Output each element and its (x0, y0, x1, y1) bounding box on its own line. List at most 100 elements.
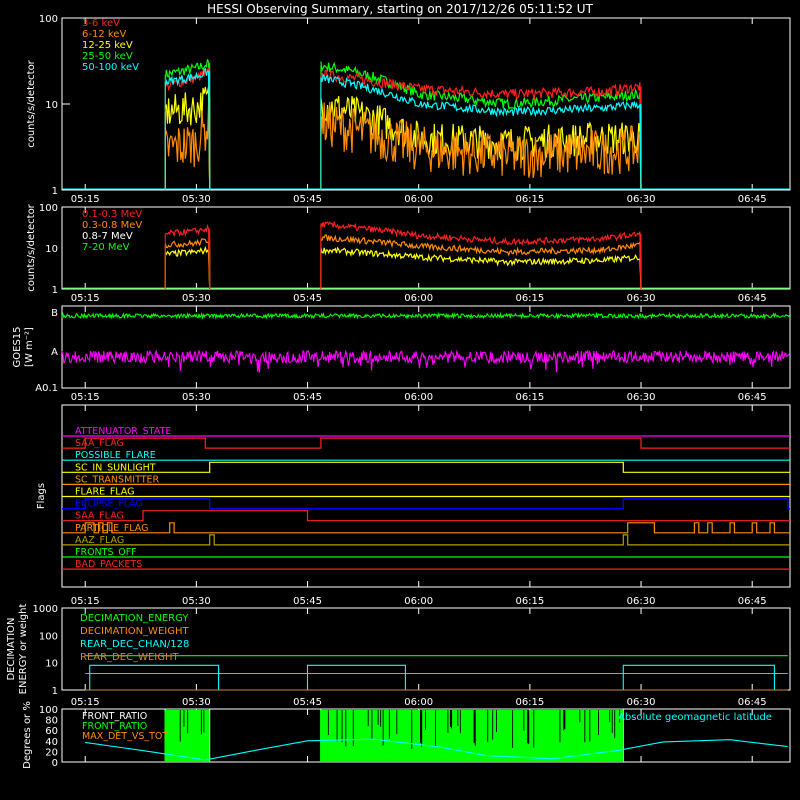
flag-label: ATTENUATOR_STATE (75, 426, 171, 437)
y-axis-label: counts/s/detector (26, 203, 37, 291)
x-tick-label: 06:15 (515, 392, 544, 403)
series-line-2 (164, 245, 211, 290)
x-tick-label: 05:30 (182, 194, 211, 205)
decimation-line-2 (85, 664, 775, 691)
legend-entry: 0.1-0.3 MeV (82, 209, 142, 220)
y-tick-label: 80 (45, 716, 58, 727)
y-tick-label: 10 (45, 100, 58, 111)
x-tick-label: 05:45 (293, 392, 322, 403)
latitude-annotation: Absolute geomagnetic latitude (618, 712, 772, 723)
x-tick-label: 06:30 (627, 293, 656, 304)
flag-label: ECLIPSE_FLAG (75, 499, 143, 510)
flag-line (62, 510, 790, 522)
y-tick-label: 1 (52, 686, 58, 697)
x-tick-label: 06:15 (515, 293, 544, 304)
y-tick-label: A0.1 (35, 383, 58, 394)
x-tick-label: 06:30 (627, 392, 656, 403)
y-tick-label: 1 (52, 285, 58, 296)
legend-entry: DECIMATION_ENERGY (80, 613, 189, 624)
y-tick-label: B (51, 308, 58, 319)
series-line-0 (320, 220, 642, 290)
panel-frame (61, 305, 791, 389)
x-tick-label: 05:30 (182, 596, 211, 607)
y-axis-label: GOES15 (12, 326, 23, 367)
x-tick-label: 05:45 (293, 596, 322, 607)
x-tick-label: 05:30 (182, 697, 211, 708)
flag-line (62, 437, 790, 449)
panel-frame (61, 206, 791, 290)
x-tick-label: 06:30 (627, 596, 656, 607)
x-tick-label: 06:45 (738, 392, 767, 403)
flag-label: PARTICLE_FLAG (75, 523, 148, 534)
y-axis-label-2: ENERGY or weight (18, 604, 29, 695)
y-tick-label: 1 (52, 186, 58, 197)
x-tick-label: 05:30 (182, 293, 211, 304)
flag-label: FRONTS_OFF (75, 547, 137, 558)
legend-entry: DECIMATION_WEIGHT (80, 626, 189, 637)
x-tick-label: 06:45 (738, 293, 767, 304)
y-tick-label: 100 (39, 631, 58, 642)
series-line-0 (165, 223, 211, 290)
legend-entry: 50-100 keV (82, 62, 139, 73)
x-tick-label: 06:15 (515, 194, 544, 205)
x-tick-label: 05:15 (71, 392, 100, 403)
x-tick-label: 05:15 (71, 194, 100, 205)
legend-entry: MAX_DET_VS_TOT (82, 731, 168, 742)
series-line-1 (164, 238, 211, 290)
y-tick-label: 100 (39, 203, 58, 214)
x-tick-label: 06:45 (738, 194, 767, 205)
x-tick-label: 06:30 (627, 194, 656, 205)
x-tick-label: 05:45 (293, 194, 322, 205)
legend-entry: 7-20 MeV (82, 242, 130, 253)
legend-entry: 6-12 keV (82, 29, 126, 40)
x-tick-label: 06:00 (404, 194, 433, 205)
y-tick-label: 10 (45, 659, 58, 670)
x-tick-label: 05:45 (293, 293, 322, 304)
y-axis-label: counts/s/detector (26, 59, 37, 147)
legend-entry: 0.8-7 MeV (82, 231, 133, 242)
x-tick-label: 05:15 (71, 697, 100, 708)
flag-line (62, 534, 790, 546)
goes-short-line (61, 349, 790, 373)
y-axis-label: Degrees or % (22, 701, 33, 769)
y-tick-label: 20 (45, 747, 58, 758)
y-tick-label: 1000 (33, 604, 58, 615)
x-tick-label: 05:30 (182, 392, 211, 403)
flag-label: AAZ_FLAG (75, 535, 124, 546)
y-tick-label: 0 (52, 758, 58, 769)
flag-label: SAA_FLAG (75, 438, 124, 449)
flag-label: POSSIBLE_FLARE (75, 450, 156, 461)
chart-title: HESSI Observing Summary, starting on 201… (207, 2, 593, 16)
legend-entry: 12-25 keV (82, 40, 133, 51)
x-tick-label: 06:00 (404, 293, 433, 304)
x-tick-label: 05:15 (71, 293, 100, 304)
flag-line (62, 461, 790, 473)
x-tick-label: 05:15 (71, 596, 100, 607)
legend-entry: 25-50 keV (82, 51, 133, 62)
x-tick-label: 06:45 (738, 596, 767, 607)
y-tick-label: 100 (39, 705, 58, 716)
flag-line (62, 498, 790, 510)
y-axis-label: DECIMATION (6, 617, 17, 680)
legend-entry: 0.3-0.8 MeV (82, 220, 142, 231)
flag-label: SC_TRANSMITTER (75, 474, 160, 485)
y-axis-label: Flags (36, 483, 47, 509)
y-tick-label: 100 (39, 14, 58, 25)
y-tick-label: A (51, 347, 58, 358)
flag-line (62, 522, 790, 534)
legend-entry: 3-6 keV (82, 18, 120, 29)
goes-long-line (61, 311, 790, 320)
x-tick-label: 06:15 (515, 596, 544, 607)
x-tick-label: 06:30 (627, 697, 656, 708)
legend-entry: REAR_DEC_CHAN/128 (80, 639, 189, 650)
x-tick-label: 06:00 (404, 697, 433, 708)
x-tick-label: 06:15 (515, 697, 544, 708)
x-tick-label: 06:00 (404, 596, 433, 607)
series-line-1 (320, 101, 642, 191)
flag-label: BAD_PACKETS (75, 559, 142, 570)
y-tick-label: 10 (45, 244, 58, 255)
x-tick-label: 05:45 (293, 697, 322, 708)
flag-label: SC_IN_SUNLIGHT (75, 462, 156, 473)
y-tick-label: 60 (45, 726, 58, 737)
flag-label: SAA_FLAG (75, 511, 124, 522)
